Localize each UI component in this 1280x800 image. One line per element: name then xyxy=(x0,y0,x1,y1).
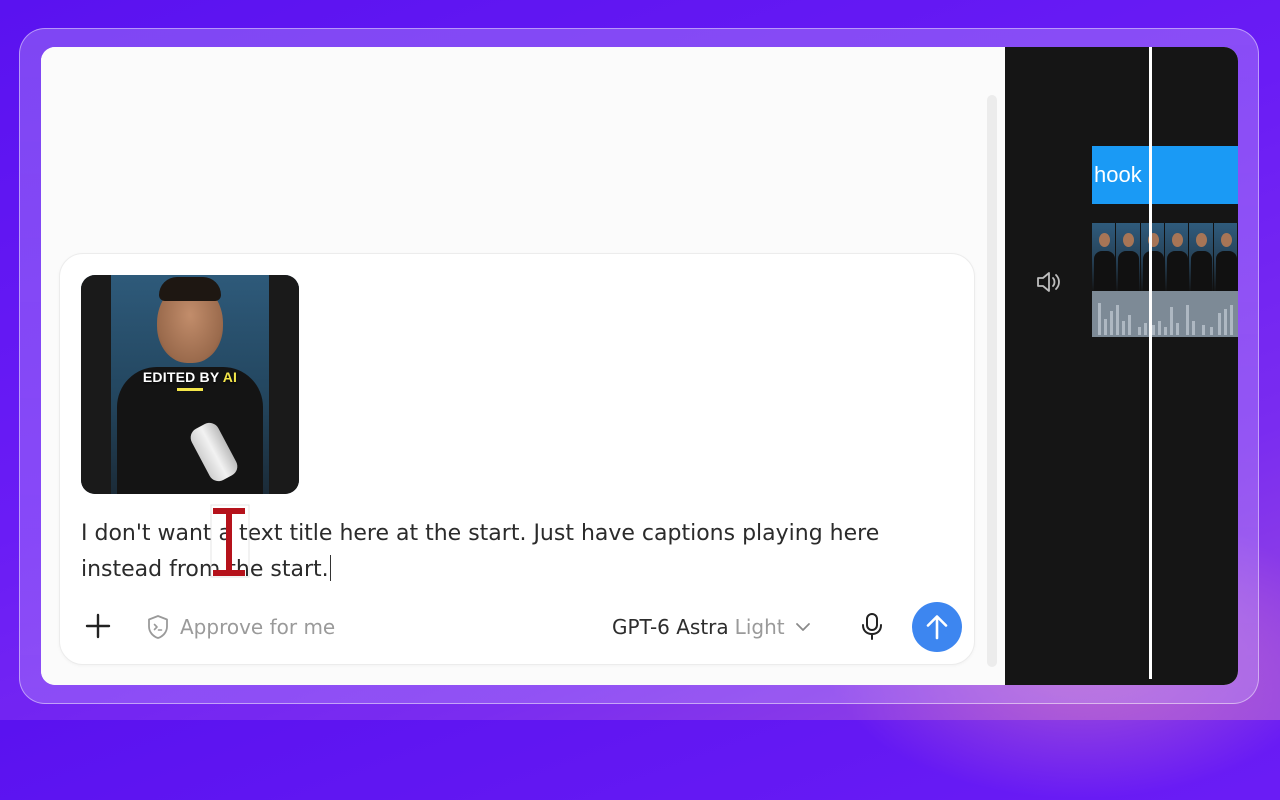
video-track[interactable] xyxy=(1092,223,1238,291)
text-caret xyxy=(329,555,332,581)
arrow-up-icon xyxy=(926,615,948,640)
model-selector[interactable]: GPT-6 Astra Light xyxy=(612,612,815,642)
video-frame xyxy=(1140,223,1165,291)
caption-highlight: AI xyxy=(222,369,238,385)
chevron-down-icon xyxy=(795,623,810,631)
scrollbar[interactable] xyxy=(987,95,997,667)
video-frame xyxy=(1164,223,1190,291)
caption-prefix: EDITED BY xyxy=(142,369,220,385)
plus-icon[interactable] xyxy=(82,610,114,642)
model-variant: Light xyxy=(734,615,785,639)
send-button[interactable] xyxy=(912,602,962,652)
model-name: GPT-6 Astra xyxy=(612,615,729,639)
audio-waveform-track[interactable] xyxy=(1092,291,1238,337)
prompt-text: I don't want a text title here at the st… xyxy=(81,521,880,582)
chat-pane: EDITED BY AI I don't want a text title h… xyxy=(41,47,1005,685)
speaker-icon[interactable] xyxy=(1033,267,1063,297)
ibeam-cursor-icon xyxy=(210,504,250,578)
video-frame xyxy=(1116,223,1141,291)
playhead[interactable] xyxy=(1149,47,1152,679)
message-composer[interactable]: EDITED BY AI I don't want a text title h… xyxy=(59,253,975,665)
thumbnail-caption: EDITED BY AI xyxy=(81,369,299,385)
shield-code-icon xyxy=(148,615,168,639)
video-frame xyxy=(1213,223,1238,291)
hook-text-clip[interactable]: hook xyxy=(1092,146,1238,204)
attached-video-thumbnail[interactable]: EDITED BY AI xyxy=(81,275,299,494)
video-frame xyxy=(1092,223,1117,291)
clip-label: hook xyxy=(1094,162,1142,187)
microphone-icon[interactable] xyxy=(856,610,888,642)
approve-for-me-button[interactable]: Approve for me xyxy=(146,612,335,642)
app-window: EDITED BY AI I don't want a text title h… xyxy=(41,47,1238,685)
caption-underline xyxy=(177,388,203,391)
approve-label: Approve for me xyxy=(180,615,336,639)
video-frame xyxy=(1189,223,1214,291)
timeline-panel: hook xyxy=(1005,47,1238,685)
thumbnail-person-body xyxy=(117,367,263,494)
